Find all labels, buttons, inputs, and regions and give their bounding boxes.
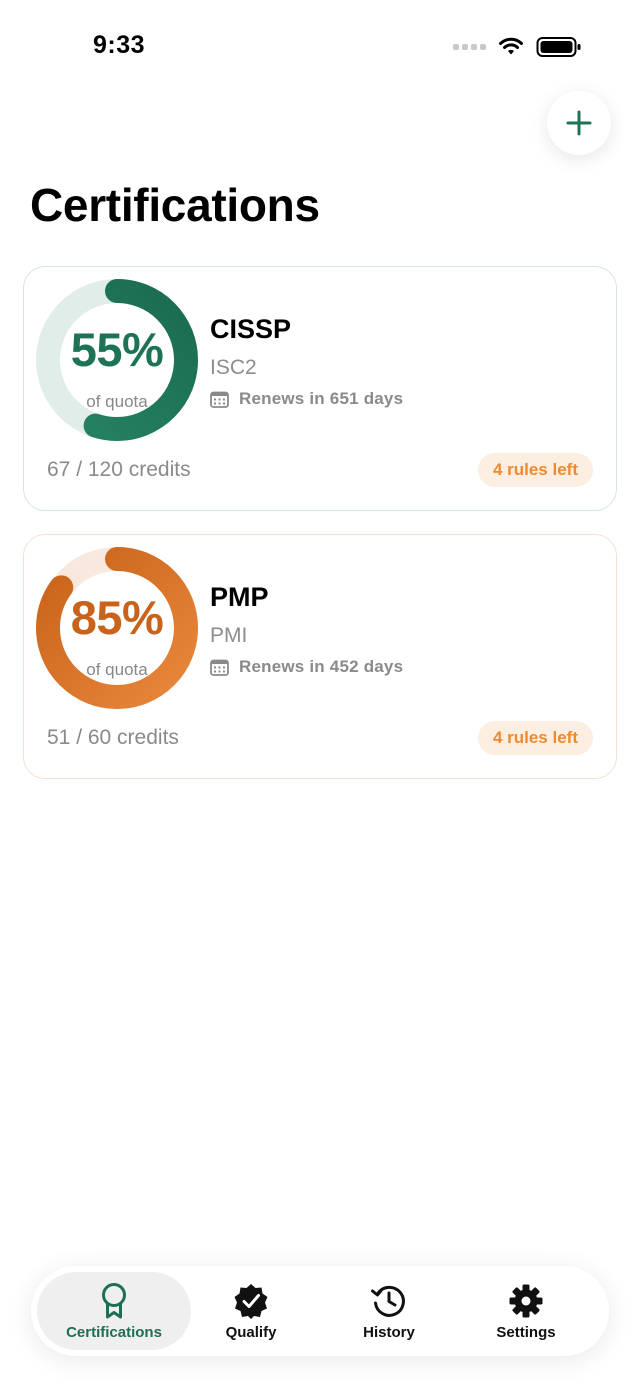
certification-card-pmp[interactable]: 85% of quota PMP PMI Renews in 452 days … [23,534,617,779]
progress-label: of quota [86,392,148,411]
ribbon-icon [102,1283,126,1319]
certification-org: ISC2 [210,356,257,379]
rules-left-badge: 4 rules left [477,721,593,755]
progress-percent: 85% [70,591,164,644]
rules-left-badge: 4 rules left [477,453,593,487]
cellular-signal-icon [453,44,486,50]
tab-settings[interactable]: Settings [456,1272,596,1350]
tab-bar: Certifications Qualify History Settings [31,1266,609,1356]
history-icon [371,1285,405,1317]
renewal-info: Renews in 651 days [210,389,403,409]
renewal-text: Renews in 651 days [239,389,404,408]
page-title: Certifications [30,179,320,231]
certification-card-cissp[interactable]: 55% of quota CISSP ISC2 Renews in 651 da… [23,266,617,511]
calendar-icon [210,659,229,676]
tab-label: Qualify [225,1324,277,1341]
tab-label: Certifications [66,1324,162,1341]
credits-count: 51 / 60 credits [47,726,179,749]
certification-name: PMP [210,582,269,612]
tab-label: History [363,1324,415,1341]
plus-icon [566,110,592,136]
check-badge-icon [234,1284,268,1319]
progress-ring: 55% of quota [35,278,199,442]
tab-history[interactable]: History [319,1272,459,1350]
renewal-text: Renews in 452 days [239,657,404,676]
progress-label: of quota [86,660,148,679]
battery-icon [536,37,581,57]
status-indicators [453,36,582,58]
tab-qualify[interactable]: Qualify [181,1272,321,1350]
certification-name: CISSP [210,314,292,344]
wifi-icon [499,37,523,55]
calendar-icon [210,391,229,408]
renewal-info: Renews in 452 days [210,657,403,677]
tab-label: Settings [496,1324,556,1341]
status-time: 9:33 [93,31,146,59]
gear-icon [509,1284,543,1318]
status-bar: 9:33 [0,0,640,94]
certification-org: PMI [210,624,248,647]
progress-percent: 55% [70,323,164,376]
progress-ring: 85% of quota [35,546,199,710]
credits-count: 67 / 120 credits [47,458,191,481]
add-certification-button[interactable] [547,91,611,155]
tab-certifications[interactable]: Certifications [37,1272,191,1350]
